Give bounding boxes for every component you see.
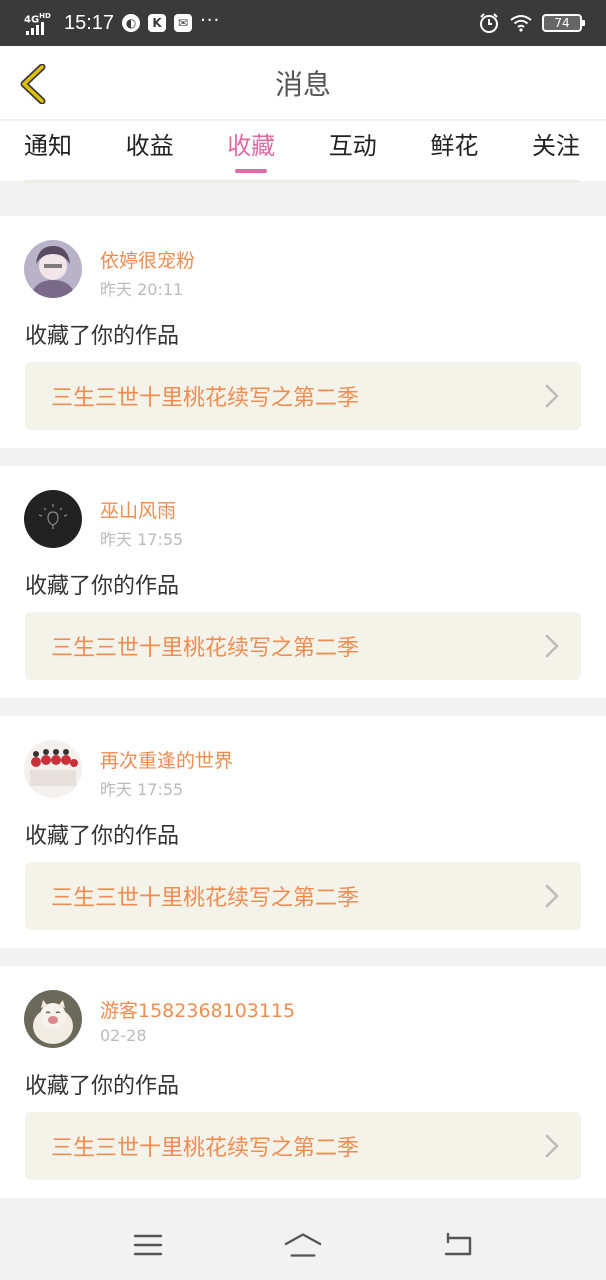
menu-icon	[133, 1234, 162, 1256]
work-link[interactable]: 三生三世十里桃花续写之第二季	[25, 362, 581, 430]
status-bar: 4GHD 15:17 ◐ K ✉ ··· 74	[0, 0, 606, 46]
message-card: 再次重逢的世界 昨天 17:55 收藏了你的作品 三生三世十里桃花续写之第二季	[0, 716, 606, 948]
clock: 15:17	[64, 11, 115, 34]
work-title: 三生三世十里桃花续写之第二季	[51, 1136, 360, 1161]
action-text: 收藏了你的作品	[25, 824, 180, 849]
avatar[interactable]	[24, 490, 82, 548]
tab-interactions[interactable]: 互动	[329, 121, 377, 181]
return-icon	[445, 1232, 472, 1256]
message-card: 游客1582368103115 02-28 收藏了你的作品 三生三世十里桃花续写…	[0, 966, 606, 1198]
tab-flowers[interactable]: 鲜花	[430, 121, 478, 181]
browser-icon: ◐	[122, 14, 141, 32]
message-list: 依婷很宠粉 昨天 20:11 收藏了你的作品 三生三世十里桃花续写之第二季 巫山…	[0, 198, 606, 1198]
back-button[interactable]	[438, 1225, 478, 1265]
chevron-right-icon	[545, 634, 559, 658]
message-card: 巫山风雨 昨天 17:55 收藏了你的作品 三生三世十里桃花续写之第二季	[0, 466, 606, 698]
chevron-right-icon	[545, 384, 559, 408]
work-title: 三生三世十里桃花续写之第二季	[51, 886, 360, 911]
action-text: 收藏了你的作品	[25, 1074, 180, 1099]
avatar[interactable]	[24, 240, 82, 298]
username[interactable]: 巫山风雨	[100, 496, 176, 523]
work-link[interactable]: 三生三世十里桃花续写之第二季	[25, 862, 581, 930]
work-link[interactable]: 三生三世十里桃花续写之第二季	[25, 612, 581, 680]
username[interactable]: 再次重逢的世界	[100, 746, 233, 773]
chevron-right-icon	[545, 1134, 559, 1158]
username[interactable]: 游客1582368103115	[100, 996, 295, 1023]
battery-icon: 74	[542, 14, 585, 32]
work-link[interactable]: 三生三世十里桃花续写之第二季	[25, 1112, 581, 1180]
chevron-right-icon	[545, 884, 559, 908]
header: 消息	[0, 46, 606, 120]
page-title: 消息	[274, 67, 331, 101]
signal-icon: 4GHD	[24, 11, 54, 35]
tab-follows[interactable]: 关注	[532, 121, 580, 181]
username[interactable]: 依婷很宠粉	[100, 246, 195, 273]
timestamp: 昨天 17:55	[100, 780, 184, 799]
k-app-icon: K	[148, 14, 167, 32]
avatar[interactable]	[24, 990, 82, 1048]
avatar[interactable]	[24, 740, 82, 798]
home-button[interactable]	[283, 1225, 323, 1265]
work-title: 三生三世十里桃花续写之第二季	[51, 386, 360, 411]
action-text: 收藏了你的作品	[25, 324, 180, 349]
message-app-icon: ✉	[174, 14, 193, 32]
tab-earnings[interactable]: 收益	[126, 121, 174, 181]
work-title: 三生三世十里桃花续写之第二季	[51, 636, 360, 661]
system-navigation-bar	[0, 1210, 606, 1280]
timestamp: 02-28	[100, 1026, 147, 1045]
tab-notifications[interactable]: 通知	[24, 121, 72, 181]
tab-bar: 通知 收益 收藏 互动 鲜花 关注	[0, 121, 606, 181]
message-card: 依婷很宠粉 昨天 20:11 收藏了你的作品 三生三世十里桃花续写之第二季	[0, 216, 606, 448]
more-notifications: ···	[200, 9, 221, 31]
divider	[24, 180, 580, 183]
tab-favorites[interactable]: 收藏	[227, 121, 275, 181]
menu-button[interactable]	[128, 1225, 168, 1265]
action-text: 收藏了你的作品	[25, 574, 180, 599]
wifi-icon	[510, 15, 532, 32]
timestamp: 昨天 17:55	[100, 530, 184, 549]
timestamp: 昨天 20:11	[100, 280, 184, 299]
alarm-icon	[480, 13, 498, 33]
back-arrow-icon[interactable]	[16, 64, 50, 104]
home-icon	[284, 1233, 322, 1257]
